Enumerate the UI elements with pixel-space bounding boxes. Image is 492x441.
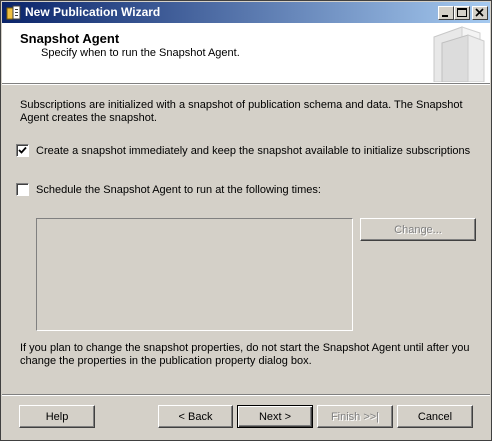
- note-text: If you plan to change the snapshot prope…: [20, 342, 470, 367]
- page-subtitle: Specify when to run the Snapshot Agent.: [41, 47, 240, 59]
- header-divider: [2, 84, 490, 85]
- finish-button[interactable]: Finish >>|: [317, 405, 393, 428]
- help-button[interactable]: Help: [19, 405, 95, 428]
- minimize-button[interactable]: [438, 6, 454, 20]
- schedule-option[interactable]: Schedule the Snapshot Agent to run at th…: [16, 183, 321, 196]
- close-icon: [475, 8, 484, 17]
- wizard-header: Snapshot Agent Specify when to run the S…: [2, 23, 490, 84]
- footer-divider-highlight: [2, 395, 490, 396]
- books-icon: [433, 26, 485, 82]
- create-snapshot-option[interactable]: Create a snapshot immediately and keep t…: [16, 144, 470, 157]
- back-button[interactable]: < Back: [158, 405, 233, 428]
- schedule-label: Schedule the Snapshot Agent to run at th…: [36, 183, 321, 196]
- description-text: Subscriptions are initialized with a sna…: [20, 99, 463, 124]
- maximize-button[interactable]: [454, 6, 470, 20]
- next-button[interactable]: Next >: [237, 405, 313, 428]
- maximize-icon: [457, 8, 467, 17]
- checkmark-icon: [18, 146, 27, 154]
- publication-wizard-icon: [6, 5, 22, 21]
- change-button[interactable]: Change...: [360, 218, 476, 241]
- close-button[interactable]: [472, 6, 488, 20]
- wizard-window: New Publication Wizard Snapshot Agent Sp…: [0, 0, 492, 441]
- title-bar[interactable]: New Publication Wizard: [2, 2, 490, 23]
- minimize-icon: [442, 15, 448, 17]
- window-title: New Publication Wizard: [25, 5, 161, 19]
- schedule-checkbox[interactable]: [16, 183, 29, 196]
- schedule-description-box: [36, 218, 353, 331]
- create-snapshot-checkbox[interactable]: [16, 144, 29, 157]
- page-title: Snapshot Agent: [20, 31, 120, 46]
- cancel-button[interactable]: Cancel: [397, 405, 473, 428]
- create-snapshot-label: Create a snapshot immediately and keep t…: [36, 144, 471, 157]
